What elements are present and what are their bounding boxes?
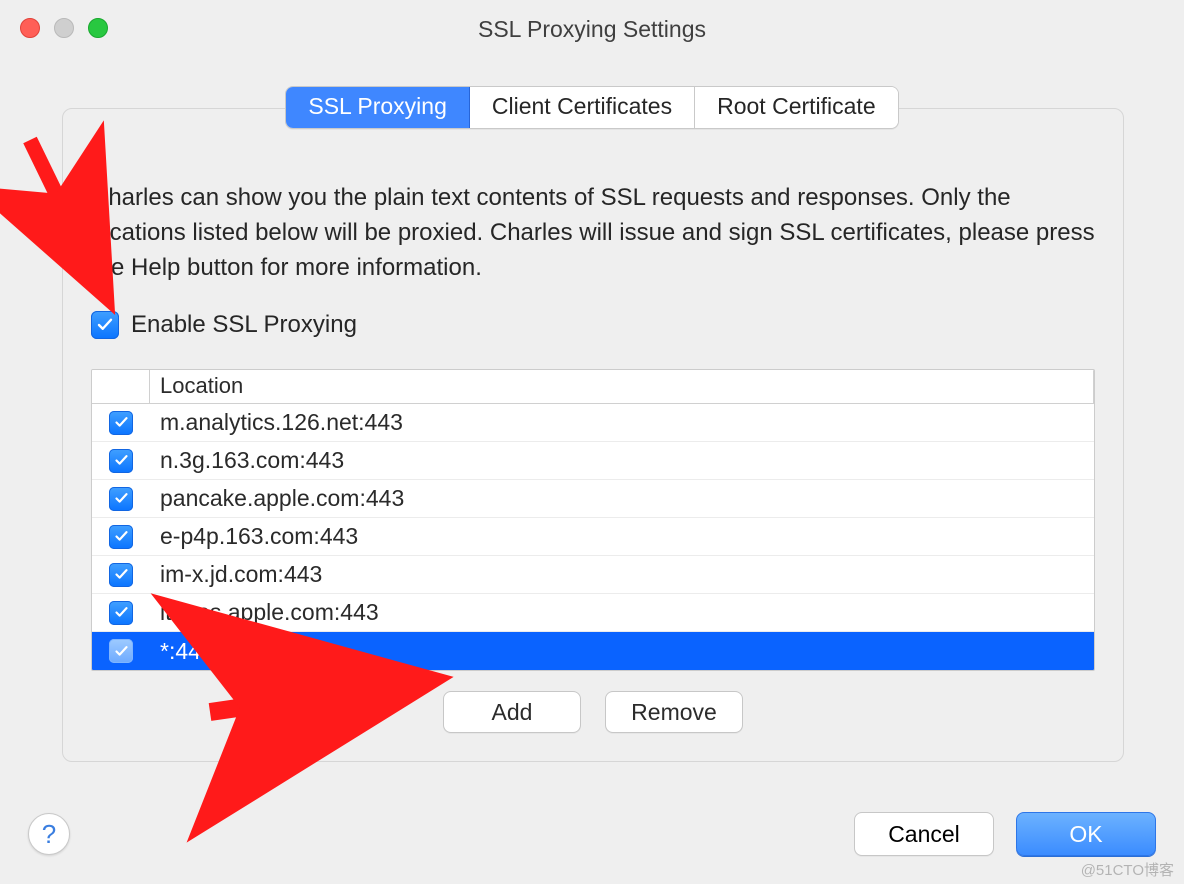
- remove-button[interactable]: Remove: [605, 691, 743, 733]
- locations-body: m.analytics.126.net:443 n.3g.163.com:443 p…: [92, 404, 1094, 670]
- bottom-bar: ? Cancel OK: [0, 804, 1184, 864]
- row-checkbox[interactable]: [109, 449, 133, 473]
- row-location: im-x.jd.com:443: [150, 561, 1094, 588]
- checkmark-icon: [114, 491, 129, 506]
- checkmark-icon: [114, 453, 129, 468]
- row-checkbox-cell: [92, 487, 150, 511]
- locations-header-location[interactable]: Location: [150, 370, 1094, 403]
- locations-table: Location m.analytics.126.net:443 n.3g.163…: [91, 369, 1095, 671]
- table-row[interactable]: *:443: [92, 632, 1094, 670]
- enable-ssl-proxying-checkbox[interactable]: [91, 311, 119, 339]
- row-location: m.analytics.126.net:443: [150, 409, 1094, 436]
- help-button[interactable]: ?: [28, 813, 70, 855]
- row-checkbox-cell: [92, 563, 150, 587]
- settings-group: Charles can show you the plain text cont…: [62, 108, 1124, 762]
- row-location: *:443: [150, 638, 1094, 665]
- tab-ssl-proxying[interactable]: SSL Proxying: [286, 87, 470, 128]
- watermark: @51CTO博客: [1081, 859, 1174, 880]
- checkmark-icon: [96, 316, 114, 334]
- row-checkbox[interactable]: [109, 563, 133, 587]
- checkmark-icon: [114, 529, 129, 544]
- close-window-button[interactable]: [20, 18, 40, 38]
- row-checkbox-cell: [92, 411, 150, 435]
- enable-ssl-proxying-row: Enable SSL Proxying: [91, 311, 1095, 339]
- minimize-window-button[interactable]: [54, 18, 74, 38]
- row-checkbox[interactable]: [109, 525, 133, 549]
- row-checkbox-cell: [92, 601, 150, 625]
- row-location: e-p4p.163.com:443: [150, 523, 1094, 550]
- description-text: Charles can show you the plain text cont…: [91, 181, 1095, 285]
- tab-root-certificate[interactable]: Root Certificate: [695, 87, 898, 128]
- row-location: pancake.apple.com:443: [150, 485, 1094, 512]
- row-checkbox[interactable]: [109, 639, 133, 663]
- window-controls: [20, 18, 108, 38]
- locations-header: Location: [92, 370, 1094, 404]
- row-checkbox[interactable]: [109, 411, 133, 435]
- enable-ssl-proxying-label: Enable SSL Proxying: [131, 311, 357, 339]
- table-row[interactable]: itunes.apple.com:443: [92, 594, 1094, 632]
- table-buttons: Add Remove: [91, 691, 1095, 733]
- table-row[interactable]: e-p4p.163.com:443: [92, 518, 1094, 556]
- ok-button[interactable]: OK: [1016, 812, 1156, 856]
- checkmark-icon: [114, 567, 129, 582]
- row-checkbox-cell: [92, 449, 150, 473]
- table-row[interactable]: n.3g.163.com:443: [92, 442, 1094, 480]
- table-row[interactable]: pancake.apple.com:443: [92, 480, 1094, 518]
- cancel-button[interactable]: Cancel: [854, 812, 994, 856]
- row-checkbox[interactable]: [109, 487, 133, 511]
- checkmark-icon: [114, 644, 129, 659]
- segmented-control: SSL Proxying Client Certificates Root Ce…: [285, 86, 898, 129]
- titlebar: SSL Proxying Settings: [0, 0, 1184, 58]
- window-title: SSL Proxying Settings: [478, 16, 706, 43]
- tab-client-certificates[interactable]: Client Certificates: [470, 87, 695, 128]
- checkmark-icon: [114, 605, 129, 620]
- locations-header-checkbox-col: [92, 370, 150, 403]
- row-location: n.3g.163.com:443: [150, 447, 1094, 474]
- add-button[interactable]: Add: [443, 691, 581, 733]
- table-row[interactable]: m.analytics.126.net:443: [92, 404, 1094, 442]
- row-checkbox-cell: [92, 525, 150, 549]
- row-checkbox-cell: [92, 639, 150, 663]
- checkmark-icon: [114, 415, 129, 430]
- row-location: itunes.apple.com:443: [150, 599, 1094, 626]
- row-checkbox[interactable]: [109, 601, 133, 625]
- table-row[interactable]: im-x.jd.com:443: [92, 556, 1094, 594]
- tabs: SSL Proxying Client Certificates Root Ce…: [0, 86, 1184, 129]
- maximize-window-button[interactable]: [88, 18, 108, 38]
